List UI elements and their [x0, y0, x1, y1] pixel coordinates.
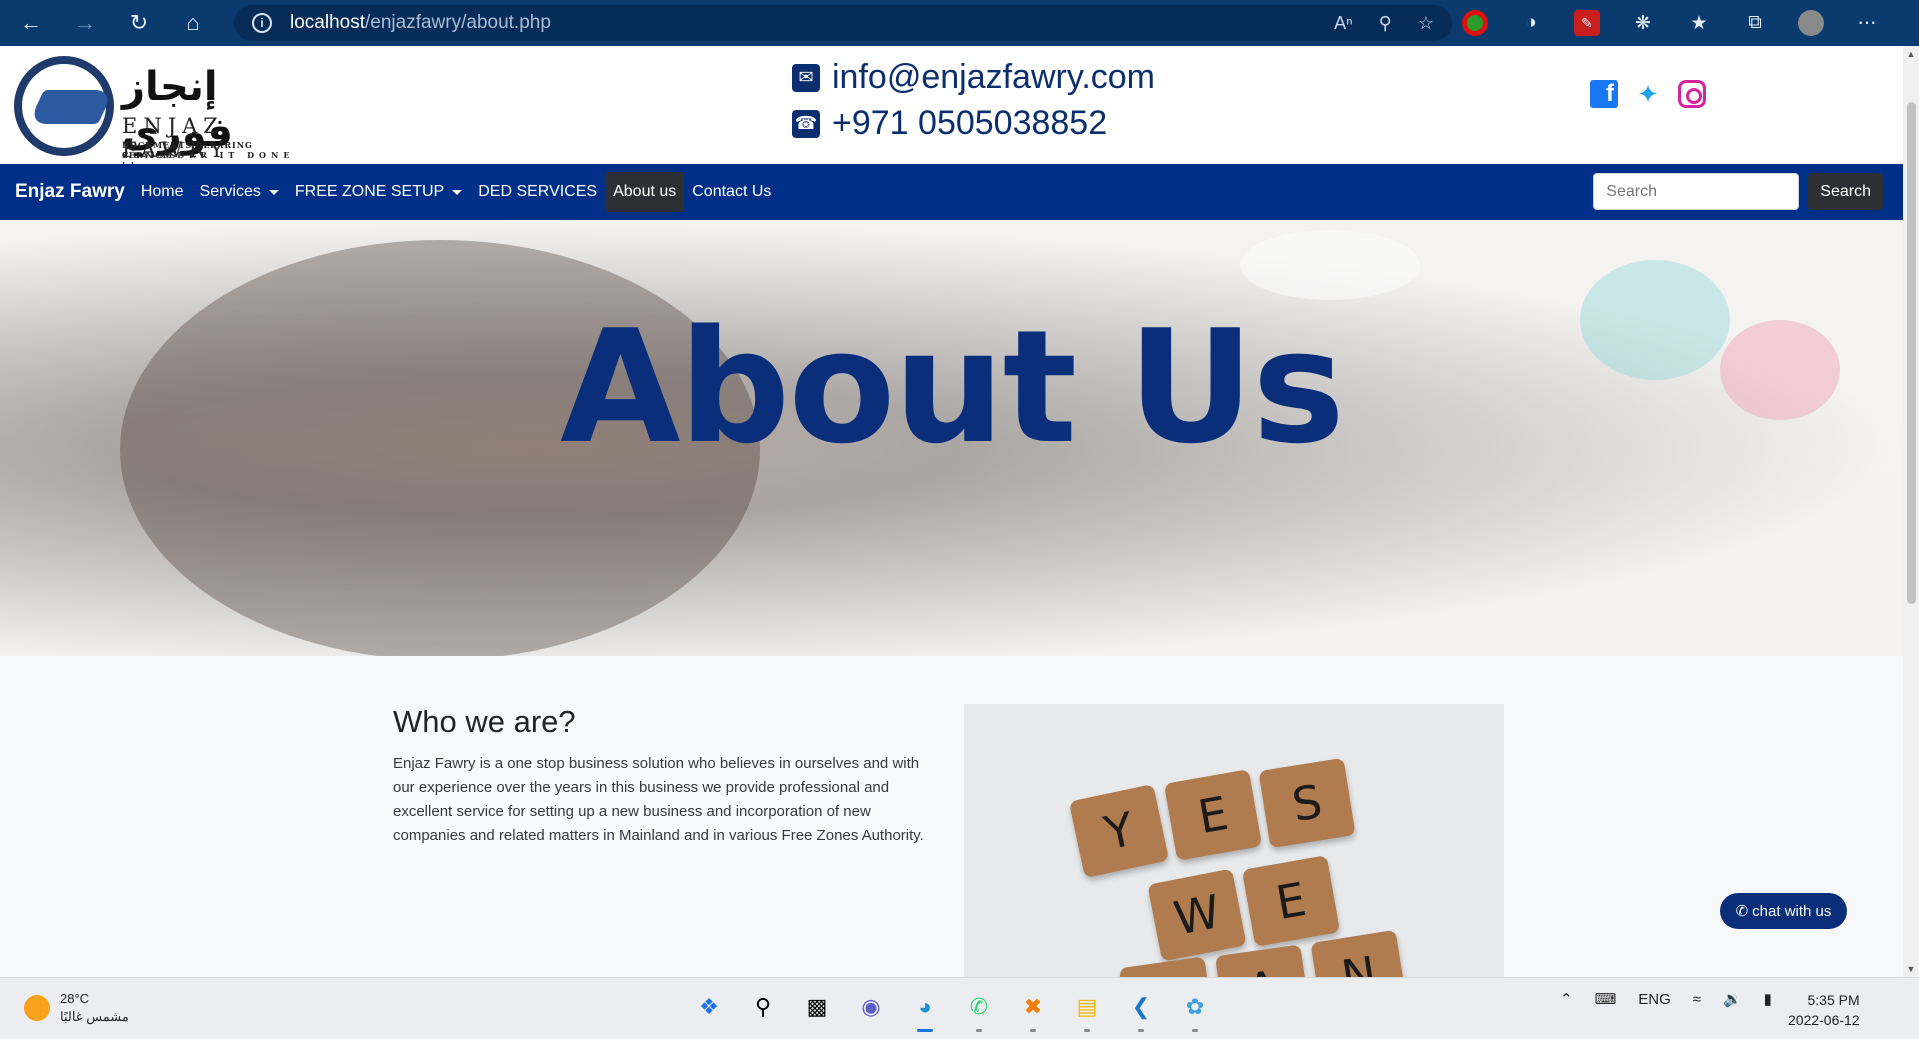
language-indicator[interactable]: ENG [1638, 991, 1671, 1008]
file-explorer-icon[interactable]: ▤ [1070, 990, 1104, 1032]
nav-about-label: About us [613, 183, 677, 200]
email-text[interactable]: info@enjazfawry.com [832, 58, 1155, 97]
site-logo[interactable]: إنجاز فوري ENJAZ FAWRY DOCUMENTS CLEARIN… [14, 56, 304, 170]
weather-description: مشمس غالبًا [60, 1009, 129, 1024]
forward-arrow-icon[interactable]: → [62, 0, 108, 46]
hero-title: About Us [559, 296, 1345, 478]
search-form: Search [1593, 173, 1883, 210]
back-arrow-icon[interactable]: ← [8, 0, 54, 46]
xampp-icon[interactable]: ✖ [1016, 990, 1050, 1032]
nav-home-label: Home [140, 183, 184, 200]
yes-we-can-image: Y E S W E C A N [964, 704, 1504, 977]
nav-ded-services[interactable]: DED SERVICES [470, 172, 605, 212]
chat-button-label: chat with us [1752, 902, 1832, 920]
whatsapp-icon: ✆ [1735, 903, 1749, 920]
edge-browser-icon[interactable]: ◕ [908, 990, 942, 1032]
read-aloud-icon[interactable]: Aⁿ [1334, 13, 1353, 34]
nav-home[interactable]: Home [133, 172, 192, 212]
page-scrollbar[interactable]: ▲ ▼ [1903, 46, 1919, 977]
nav-contact-us[interactable]: Contact Us [684, 172, 779, 212]
info-icon[interactable]: i [252, 13, 272, 33]
instagram-icon[interactable] [1678, 80, 1706, 108]
vscode-icon[interactable]: ❮ [1124, 990, 1158, 1032]
taskbar-apps: ❖ ⚲ ▩ ◉ ◕ ✆ ✖ ▤ ❮ ✿ [692, 990, 1212, 1032]
volume-icon[interactable]: 🔉 [1723, 990, 1742, 1008]
nav-about-us[interactable]: About us [605, 172, 685, 212]
weather-widget[interactable]: 28°C مشمس غالبًا [24, 990, 129, 1026]
keyboard-icon[interactable]: ⌨ [1595, 990, 1617, 1008]
hero-background-cup [1240, 230, 1420, 300]
extension-globe-icon[interactable]: ◑ [1518, 10, 1544, 36]
scroll-up-arrow-icon[interactable]: ▲ [1903, 46, 1919, 62]
whatsapp-chat-button[interactable]: ✆ chat with us [1720, 893, 1847, 929]
windows-start-icon[interactable]: ❖ [692, 990, 726, 1024]
chevron-up-icon[interactable]: ⌃ [1560, 990, 1573, 1008]
windows-taskbar: 28°C مشمس غالبًا ❖ ⚲ ▩ ◉ ◕ ✆ ✖ ▤ ❮ ✿ ⌃ ⌨… [0, 977, 1919, 1039]
tile-letter: W [1147, 868, 1247, 962]
tile-letter: E [1241, 855, 1341, 947]
search-input[interactable] [1593, 173, 1800, 210]
contact-email[interactable]: ✉ info@enjazfawry.com [792, 58, 1155, 97]
tile-letter: A [1214, 944, 1312, 977]
nav-ded-label: DED SERVICES [478, 183, 598, 200]
home-icon[interactable]: ⌂ [170, 0, 216, 46]
clock-time: 5:35 PM [1807, 992, 1860, 1008]
weather-temperature: 28°C [60, 991, 90, 1006]
refresh-icon[interactable]: ↻ [116, 0, 162, 46]
search-icon[interactable]: ⚲ [746, 990, 780, 1024]
site-header: إنجاز فوري ENJAZ FAWRY DOCUMENTS CLEARIN… [0, 46, 1903, 170]
system-tray: ⌃ ⌨ ENG ≈ 🔉 ▮ [1560, 990, 1772, 1009]
sun-cloud-icon [24, 995, 50, 1021]
tile-letter: Y [1068, 783, 1170, 879]
navbar-brand[interactable]: Enjaz Fawry [15, 181, 125, 203]
collections-icon[interactable]: ⧉ [1742, 10, 1768, 36]
tile-letter: N [1310, 929, 1408, 977]
address-bar[interactable]: i localhost/enjazfawry/about.php Aⁿ ⚲ ☆ [234, 5, 1452, 41]
url-path: /enjazfawry/about.php [365, 12, 551, 33]
extension-pdf-icon[interactable]: ✎ [1574, 10, 1600, 36]
twitter-icon[interactable]: ✦ [1632, 79, 1664, 109]
contact-phone[interactable]: ☎ +971 0505038852 [792, 104, 1107, 143]
nav-free-zone-dropdown[interactable]: FREE ZONE SETUP [287, 172, 470, 212]
extension-shield-icon[interactable] [1462, 10, 1488, 36]
search-button[interactable]: Search [1808, 173, 1883, 210]
caret-down-icon [452, 189, 463, 195]
task-view-icon[interactable]: ▩ [800, 990, 834, 1024]
url-host: localhost [290, 12, 365, 33]
profile-avatar[interactable] [1798, 10, 1824, 36]
system-clock[interactable]: 5:35 PM 2022-06-12 [1788, 990, 1860, 1030]
nav-contact-label: Contact Us [692, 183, 772, 200]
favorite-add-icon[interactable]: ☆ [1418, 13, 1434, 34]
wifi-icon[interactable]: ≈ [1693, 991, 1701, 1008]
about-paragraph: Enjaz Fawry is a one stop business solut… [393, 755, 924, 844]
favorites-icon[interactable]: ★ [1686, 10, 1712, 36]
paint-icon[interactable]: ✿ [1178, 990, 1212, 1032]
browser-toolbar: ← → ↻ ⌂ i localhost/enjazfawry/about.php… [0, 0, 1919, 46]
teams-chat-icon[interactable]: ◉ [854, 990, 888, 1024]
about-section: Who we are? Enjaz Fawry is a one stop bu… [0, 656, 1903, 977]
whatsapp-icon[interactable]: ✆ [962, 990, 996, 1032]
phone-icon: ☎ [792, 109, 820, 138]
more-menu-icon[interactable]: ⋯ [1854, 10, 1880, 36]
tile-letter: S [1258, 757, 1356, 849]
phone-text[interactable]: +971 0505038852 [832, 104, 1107, 143]
section-heading: Who we are? [393, 704, 576, 739]
scroll-down-arrow-icon[interactable]: ▼ [1903, 961, 1919, 977]
extensions-puzzle-icon[interactable]: ❋ [1630, 10, 1656, 36]
envelope-icon: ✉ [792, 63, 820, 92]
facebook-icon[interactable]: f [1590, 80, 1618, 108]
clock-date: 2022-06-12 [1788, 1012, 1860, 1028]
scrollbar-thumb[interactable] [1907, 102, 1916, 604]
main-navbar: Enjaz Fawry Home Services FREE ZONE SETU… [0, 164, 1903, 220]
social-links: f ✦ [1590, 79, 1706, 109]
nav-free-zone-label: FREE ZONE SETUP [294, 183, 445, 200]
nav-services-dropdown[interactable]: Services [192, 172, 287, 212]
zoom-icon[interactable]: ⚲ [1379, 13, 1392, 34]
nav-services-label: Services [199, 183, 261, 200]
hero-banner: About Us [0, 220, 1903, 656]
battery-icon[interactable]: ▮ [1764, 990, 1772, 1008]
tile-letter: E [1163, 769, 1263, 861]
caret-down-icon [268, 189, 279, 195]
